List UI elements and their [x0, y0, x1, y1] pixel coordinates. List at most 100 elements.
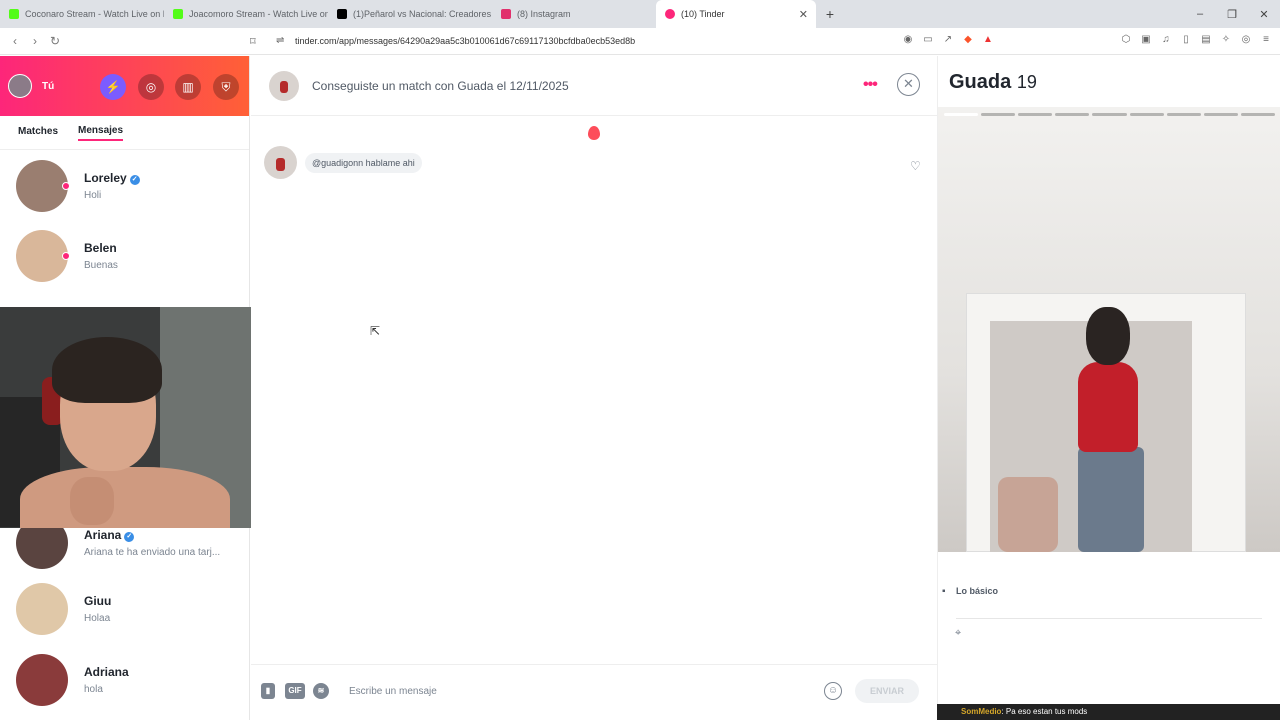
- window-controls: – ❐ ✕: [1184, 0, 1280, 28]
- send-button[interactable]: ENVIAR: [855, 679, 919, 703]
- photo-person-legs: [1078, 447, 1144, 552]
- sidebar-icon[interactable]: ▯: [1180, 34, 1192, 45]
- screenshot-icon[interactable]: ▣: [1140, 34, 1152, 45]
- toolbar-icons: ◉ ▭ ↗ ◆ ▲ ⬡ ▣ ♫ ▯ ▤ ✧ ◎ ≡: [902, 34, 1272, 45]
- tab-label: (10) Tinder: [681, 9, 725, 19]
- photo-person-top: [1078, 362, 1138, 452]
- profile-title: Guada 19: [949, 71, 1037, 94]
- avatar: [16, 160, 70, 212]
- spotify-icon[interactable]: ≋: [313, 683, 329, 699]
- verified-icon: ✓: [124, 532, 135, 542]
- leo-icon[interactable]: ✧: [1220, 34, 1232, 45]
- sidebar-header: Tú ⚡ ◎ ▥ ⛨: [0, 56, 249, 116]
- browser-tab[interactable]: (8) Instagram: [492, 0, 656, 28]
- share-icon[interactable]: ↗: [942, 34, 954, 45]
- address-bar: ‹ › ↻ ⌑ ⇌ tinder.com/app/messages/64290a…: [0, 28, 1280, 55]
- rewards-icon[interactable]: ▲: [982, 34, 994, 45]
- forward-icon[interactable]: ›: [25, 34, 45, 48]
- avatar[interactable]: [269, 70, 299, 101]
- photo-indicator[interactable]: [1203, 113, 1238, 116]
- extension-icon[interactable]: ⬡: [1120, 34, 1132, 45]
- list-item[interactable]: Giuu Holaa: [0, 577, 250, 641]
- close-tab-icon[interactable]: ✕: [799, 8, 808, 21]
- mouse-cursor-icon: ⇱: [370, 324, 381, 338]
- basics-label: Lo básico: [956, 586, 999, 596]
- chat-panel: Conseguiste un match con Guada el 12/11/…: [251, 56, 937, 720]
- conversation-snippet: Buenas: [84, 260, 118, 271]
- conversation-name: Giuu: [84, 594, 112, 608]
- photo-indicator[interactable]: [1129, 113, 1164, 116]
- profile-photo[interactable]: [938, 107, 1280, 552]
- location-icon[interactable]: ◉: [902, 34, 914, 45]
- conversation-name: Belen: [84, 241, 117, 255]
- tab-matches[interactable]: Matches: [18, 126, 58, 140]
- chat-message: : Pa eso estan tus mods: [1001, 707, 1088, 716]
- list-item[interactable]: Loreley ✓ Holi: [0, 154, 250, 218]
- tab-label: (1)Peñarol vs Nacional: Creadores vs: [353, 9, 492, 19]
- restore-icon[interactable]: ❐: [1216, 8, 1248, 21]
- browser-tab[interactable]: (1)Peñarol vs Nacional: Creadores vs: [328, 0, 492, 28]
- photo-indicator[interactable]: [1055, 113, 1090, 116]
- cast-icon[interactable]: ▭: [922, 34, 934, 45]
- menu-icon[interactable]: ≡: [1260, 34, 1272, 45]
- list-item[interactable]: Adriana hola: [0, 648, 250, 712]
- site-info-icon[interactable]: ⇌: [276, 35, 284, 46]
- close-icon[interactable]: ✕: [897, 73, 920, 96]
- browser-tab[interactable]: Joacomoro Stream - Watch Live on K: [164, 0, 328, 28]
- vpn-icon[interactable]: ◎: [1240, 34, 1252, 45]
- photo-indicator[interactable]: [981, 113, 1016, 116]
- verified-icon: ✓: [129, 175, 140, 185]
- conversation-name: Loreley: [84, 171, 127, 185]
- photo-pagination: [944, 113, 1275, 116]
- close-window-icon[interactable]: ✕: [1248, 8, 1280, 21]
- browser-tab[interactable]: Coconaro Stream - Watch Live on Ki: [0, 0, 164, 28]
- photo-indicator[interactable]: [1240, 113, 1275, 116]
- avatar[interactable]: [264, 146, 297, 179]
- message-bubble: @guadigonn hablame ahi: [305, 152, 422, 173]
- url-field[interactable]: tinder.com/app/messages/64290a29aa5c3b01…: [295, 36, 635, 46]
- gif-button[interactable]: GIF: [285, 683, 305, 699]
- message-input[interactable]: [349, 681, 809, 701]
- webcam-body: [20, 467, 230, 528]
- x-favicon-icon: [337, 9, 347, 19]
- tab-messages[interactable]: Mensajes: [78, 125, 124, 141]
- brave-shield-icon[interactable]: ◆: [962, 34, 974, 45]
- avatar: [16, 583, 68, 635]
- photo-indicator[interactable]: [1018, 113, 1053, 116]
- sticker-icon[interactable]: ▮: [261, 683, 275, 699]
- profile-panel: Guada 19 ▪ Lo básico ⌖: [937, 56, 1280, 720]
- gifts-icon[interactable]: ▥: [175, 74, 201, 100]
- safety-shield-icon[interactable]: ⛨: [213, 74, 239, 100]
- boost-icon[interactable]: ⚡: [100, 74, 126, 100]
- profile-name: Guada: [949, 71, 1012, 93]
- tab-label: (8) Instagram: [517, 9, 571, 19]
- emoji-icon[interactable]: ☺: [824, 682, 842, 700]
- photo-indicator[interactable]: [1092, 113, 1127, 116]
- explore-icon[interactable]: ◎: [138, 74, 164, 100]
- music-icon[interactable]: ♫: [1160, 34, 1172, 45]
- kick-favicon-icon: [9, 9, 19, 19]
- reload-icon[interactable]: ↻: [45, 34, 65, 48]
- kick-favicon-icon: [173, 9, 183, 19]
- avatar[interactable]: [8, 74, 32, 98]
- new-tab-icon[interactable]: +: [820, 6, 840, 22]
- browser-tab-active[interactable]: (10) Tinder ✕: [656, 0, 816, 28]
- conversation-snippet: Ariana te ha enviado una tarj...: [84, 547, 221, 558]
- tinder-favicon-icon: [665, 9, 675, 19]
- webcam-hair: [52, 337, 162, 403]
- more-options-icon[interactable]: •••: [863, 76, 878, 94]
- list-item[interactable]: Belen Buenas: [0, 224, 250, 288]
- user-label[interactable]: Tú: [42, 81, 54, 92]
- photo-indicator[interactable]: [1166, 113, 1201, 116]
- photo-rug: [998, 477, 1058, 552]
- wallet-icon[interactable]: ▤: [1200, 34, 1212, 45]
- divider: [956, 618, 1262, 619]
- bookmark-icon[interactable]: ⌑: [250, 35, 256, 48]
- conversation-name: Ariana: [84, 528, 122, 542]
- heart-icon[interactable]: ♡: [910, 159, 921, 173]
- message-row: @guadigonn hablame ahi: [264, 146, 422, 179]
- back-icon[interactable]: ‹: [5, 34, 25, 48]
- minimize-icon[interactable]: –: [1184, 8, 1216, 20]
- photo-indicator[interactable]: [944, 113, 979, 116]
